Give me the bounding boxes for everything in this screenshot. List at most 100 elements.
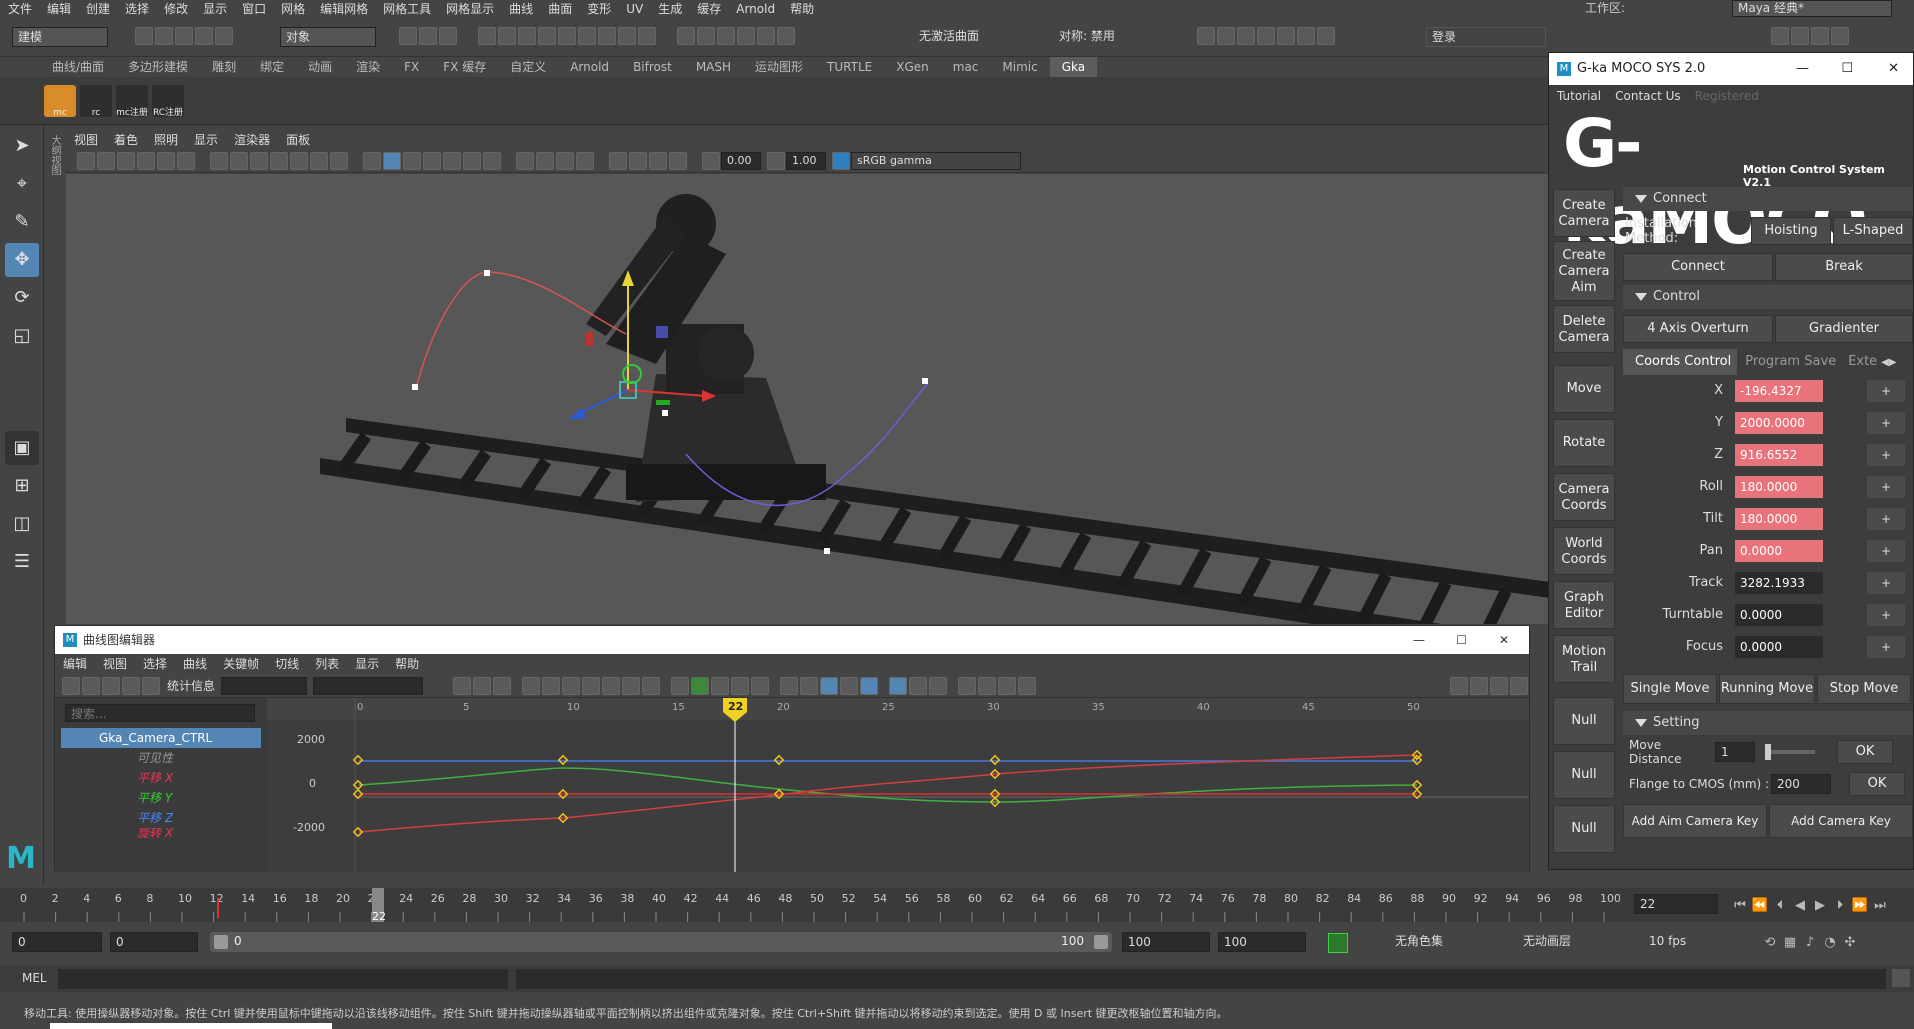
camera-attr-icon[interactable]: [97, 151, 115, 170]
auto-key-icon[interactable]: [1328, 933, 1348, 953]
hypershade-icon[interactable]: [1277, 27, 1295, 45]
coord-increment-button[interactable]: +: [1867, 604, 1905, 626]
null-button[interactable]: Null: [1553, 805, 1615, 853]
shelf-tab[interactable]: 曲线/曲面: [40, 57, 116, 77]
stats-field-time[interactable]: [221, 676, 308, 695]
output-icon[interactable]: [737, 27, 755, 45]
spline-tangent-icon[interactable]: [542, 676, 561, 695]
cache-icon[interactable]: ▦: [1780, 933, 1800, 953]
shelf-tab[interactable]: TURTLE: [815, 57, 884, 77]
region-icon[interactable]: [122, 676, 140, 695]
menu-item[interactable]: 网格显示: [446, 0, 494, 17]
graph-menu-item[interactable]: 曲线: [183, 654, 207, 674]
smooth-shade-icon[interactable]: [383, 151, 401, 170]
single-move-button[interactable]: Single Move: [1623, 674, 1717, 704]
lattice-icon[interactable]: [102, 676, 120, 695]
normalize-icon[interactable]: [800, 676, 819, 695]
history-icon[interactable]: [677, 27, 695, 45]
arnold-icon[interactable]: [1297, 27, 1315, 45]
camera-coords-button[interactable]: Camera Coords: [1553, 473, 1615, 521]
connect-section-header[interactable]: Connect: [1623, 187, 1913, 211]
play-icon[interactable]: ▶: [1810, 896, 1830, 916]
menu-item[interactable]: 变形: [587, 0, 611, 17]
frame-playback-icon[interactable]: [473, 676, 492, 695]
maximize-icon[interactable]: ☐: [1841, 53, 1853, 85]
shelf-tab[interactable]: mac: [941, 57, 991, 77]
viewport-menu-item[interactable]: 照明: [154, 131, 178, 148]
delete-camera-button[interactable]: Delete Camera: [1553, 305, 1615, 353]
channel-item[interactable]: 平移 Z: [55, 808, 267, 828]
retime-icon[interactable]: [142, 676, 160, 695]
channel-item[interactable]: 旋转 X: [55, 828, 267, 838]
coord-value-field[interactable]: 916.6552: [1735, 444, 1823, 466]
shelf-tab[interactable]: MASH: [684, 57, 743, 77]
playback-start-field[interactable]: 0: [110, 932, 198, 952]
shelf-tab[interactable]: Arnold: [558, 57, 621, 77]
viewport-menu-item[interactable]: 视图: [74, 131, 98, 148]
mc-register-button[interactable]: mc注册: [116, 84, 148, 118]
trax-icon[interactable]: [1490, 676, 1508, 695]
rotate-tool-icon[interactable]: ⟳: [5, 281, 39, 315]
coord-increment-button[interactable]: +: [1867, 636, 1905, 658]
paint-select-icon[interactable]: ✎: [5, 205, 39, 239]
stats-field-value[interactable]: [313, 676, 424, 695]
create-camera-button[interactable]: Create Camera: [1553, 189, 1615, 237]
resample-icon[interactable]: [998, 676, 1017, 695]
coord-increment-button[interactable]: +: [1867, 476, 1905, 498]
post-infinity-icon[interactable]: [860, 676, 879, 695]
tab-extension[interactable]: Exte: [1844, 349, 1881, 375]
buffer-curve-icon[interactable]: [671, 676, 690, 695]
graph-menu-item[interactable]: 列表: [315, 654, 339, 674]
shelf-tab-active[interactable]: Gka: [1049, 57, 1098, 77]
tutorial-link[interactable]: Tutorial: [1557, 89, 1601, 103]
prefs-icon[interactable]: ✣: [1840, 933, 1860, 953]
dope-sheet-icon[interactable]: [929, 676, 948, 695]
coord-increment-button[interactable]: +: [1867, 572, 1905, 594]
null-button[interactable]: Null: [1553, 697, 1615, 745]
flange-input[interactable]: 200: [1771, 774, 1831, 794]
select-object-icon[interactable]: [419, 27, 437, 45]
auto-tangent-icon[interactable]: [522, 676, 541, 695]
snap-view-icon[interactable]: [538, 27, 556, 45]
mel-input[interactable]: [58, 969, 508, 989]
construction-icon[interactable]: [697, 27, 715, 45]
lock-weight-icon[interactable]: [751, 676, 770, 695]
motion-blur-icon[interactable]: [536, 151, 554, 170]
graph-menu-item[interactable]: 编辑: [63, 654, 87, 674]
render-view-icon[interactable]: [1197, 27, 1215, 45]
color-management-icon[interactable]: [832, 151, 850, 170]
attribute-editor-icon[interactable]: [1791, 27, 1809, 45]
coord-value-field[interactable]: 2000.0000: [1735, 412, 1823, 434]
coord-value-field[interactable]: 0.0000: [1735, 604, 1823, 626]
save-scene-icon[interactable]: [175, 27, 193, 45]
textured-icon[interactable]: [443, 151, 461, 170]
shelf-tab[interactable]: 雕刻: [200, 57, 248, 77]
workspace-select[interactable]: Maya 经典*: [1732, 0, 1892, 17]
clamped-tangent-icon[interactable]: [562, 676, 581, 695]
euler-filter-icon[interactable]: [978, 676, 997, 695]
next-key-icon[interactable]: ⏵: [1830, 896, 1850, 916]
pre-infinity-icon[interactable]: [840, 676, 859, 695]
wireframe-on-shaded-icon[interactable]: [423, 151, 441, 170]
coord-value-field[interactable]: 3282.1933: [1735, 572, 1823, 594]
gate-mask-icon[interactable]: [270, 151, 288, 170]
step-forward-icon[interactable]: ⏩: [1850, 896, 1870, 916]
two-view-icon[interactable]: ◫: [5, 507, 39, 541]
channel-item[interactable]: 平移 Y: [55, 788, 267, 808]
snap-point-icon[interactable]: [518, 27, 536, 45]
unify-tangent-icon[interactable]: [711, 676, 730, 695]
3d-viewport[interactable]: [66, 174, 1550, 624]
render-frame-icon[interactable]: [1217, 27, 1235, 45]
graph-menu-item[interactable]: 帮助: [395, 654, 419, 674]
curve-filter-icon[interactable]: [958, 676, 977, 695]
viewport-menu-item[interactable]: 面板: [286, 131, 310, 148]
shelf-tab[interactable]: 绑定: [248, 57, 296, 77]
range-slider[interactable]: 0 100: [210, 932, 1112, 952]
select-tool-icon[interactable]: ➤: [5, 129, 39, 163]
film-gate-icon[interactable]: [230, 151, 248, 170]
minimize-icon[interactable]: —: [1413, 626, 1425, 654]
coord-value-field[interactable]: 180.0000: [1735, 476, 1823, 498]
modeling-toolkit-icon[interactable]: [1771, 27, 1789, 45]
fps-select[interactable]: 10 fps: [1644, 932, 1740, 952]
coord-value-field[interactable]: -196.4327: [1735, 380, 1823, 402]
